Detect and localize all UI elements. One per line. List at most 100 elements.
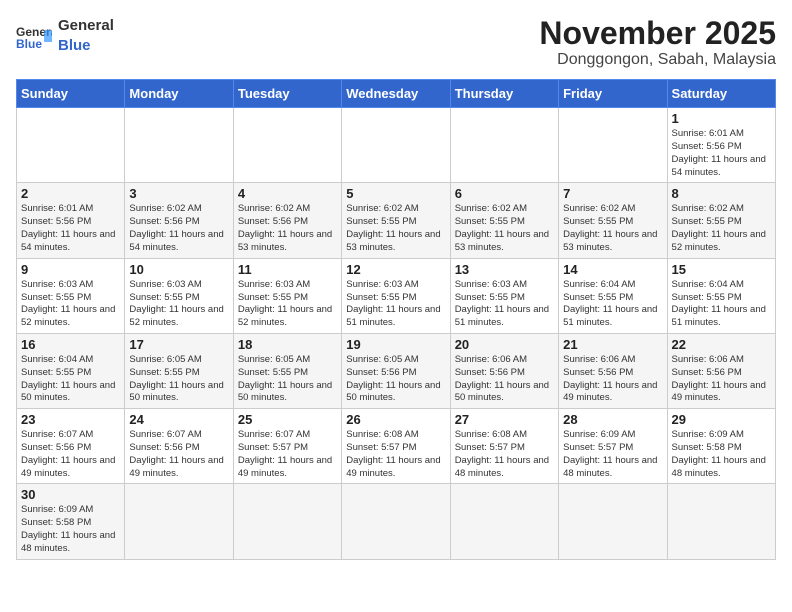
day-number: 1 — [672, 111, 771, 126]
calendar-cell — [559, 108, 667, 183]
title-area: November 2025 Donggongon, Sabah, Malaysi… — [539, 16, 776, 69]
day-info: Sunrise: 6:05 AMSunset: 5:55 PMDaylight:… — [238, 354, 337, 405]
calendar-week-row: 16 Sunrise: 6:04 AMSunset: 5:55 PMDayligh… — [17, 333, 776, 408]
calendar-cell: 12Sunrise: 6:03 AMSunset: 5:55 PMDayligh… — [342, 258, 450, 333]
weekday-header-tuesday: Tuesday — [233, 80, 341, 108]
day-info: Sunrise: 6:07 AMSunset: 5:56 PMDaylight:… — [21, 429, 120, 480]
day-number: 24 — [129, 412, 228, 427]
month-title: November 2025 — [539, 16, 776, 51]
calendar-cell — [17, 108, 125, 183]
day-info: Sunrise: 6:06 AMSunset: 5:56 PMDaylight:… — [563, 354, 662, 405]
calendar-cell: 2Sunrise: 6:01 AMSunset: 5:56 PMDaylight… — [17, 183, 125, 258]
day-number: 5 — [346, 186, 445, 201]
location-title: Donggongon, Sabah, Malaysia — [539, 51, 776, 69]
day-info: Sunrise: 6:02 AMSunset: 5:55 PMDaylight:… — [346, 203, 445, 254]
day-info: Sunrise: 6:02 AMSunset: 5:55 PMDaylight:… — [563, 203, 662, 254]
day-info: Sunrise: 6:02 AMSunset: 5:56 PMDaylight:… — [129, 203, 228, 254]
calendar-cell — [342, 108, 450, 183]
day-number: 6 — [455, 186, 554, 201]
calendar-cell: 27 Sunrise: 6:08 AMSunset: 5:57 PMDayligh… — [450, 409, 558, 484]
day-number: 20 — [455, 337, 554, 352]
calendar-cell — [342, 484, 450, 559]
calendar-week-row: 23 Sunrise: 6:07 AMSunset: 5:56 PMDayligh… — [17, 409, 776, 484]
day-number: 8 — [672, 186, 771, 201]
day-info: Sunrise: 6:03 AMSunset: 5:55 PMDaylight:… — [129, 279, 228, 330]
day-info: Sunrise: 6:03 AMSunset: 5:55 PMDaylight:… — [455, 279, 554, 330]
calendar-cell: 30 Sunrise: 6:09 AMSunset: 5:58 PMDayligh… — [17, 484, 125, 559]
calendar-cell: 28 Sunrise: 6:09 AMSunset: 5:57 PMDayligh… — [559, 409, 667, 484]
calendar-cell: 8 Sunrise: 6:02 AMSunset: 5:55 PMDaylight… — [667, 183, 775, 258]
calendar-cell: 26Sunrise: 6:08 AMSunset: 5:57 PMDayligh… — [342, 409, 450, 484]
day-info: Sunrise: 6:02 AMSunset: 5:56 PMDaylight:… — [238, 203, 337, 254]
day-number: 27 — [455, 412, 554, 427]
calendar-cell: 11 Sunrise: 6:03 AMSunset: 5:55 PMDayligh… — [233, 258, 341, 333]
day-number: 3 — [129, 186, 228, 201]
day-number: 14 — [563, 262, 662, 277]
header: General Blue General Blue November 2025 … — [16, 16, 776, 69]
calendar-cell — [125, 108, 233, 183]
calendar-cell: 19Sunrise: 6:05 AMSunset: 5:56 PMDayligh… — [342, 333, 450, 408]
day-info: Sunrise: 6:09 AMSunset: 5:58 PMDaylight:… — [21, 504, 120, 555]
day-number: 28 — [563, 412, 662, 427]
svg-text:Blue: Blue — [16, 37, 42, 50]
calendar-cell: 3 Sunrise: 6:02 AMSunset: 5:56 PMDaylight… — [125, 183, 233, 258]
calendar-cell: 1 Sunrise: 6:01 AMSunset: 5:56 PMDaylight… — [667, 108, 775, 183]
day-info: Sunrise: 6:07 AMSunset: 5:56 PMDaylight:… — [129, 429, 228, 480]
day-number: 25 — [238, 412, 337, 427]
day-info: Sunrise: 6:03 AMSunset: 5:55 PMDaylight:… — [238, 279, 337, 330]
day-info: Sunrise: 6:07 AMSunset: 5:57 PMDaylight:… — [238, 429, 337, 480]
day-info: Sunrise: 6:06 AMSunset: 5:56 PMDaylight:… — [455, 354, 554, 405]
calendar-cell: 5 Sunrise: 6:02 AMSunset: 5:55 PMDaylight… — [342, 183, 450, 258]
day-number: 16 — [21, 337, 120, 352]
calendar-cell: 21 Sunrise: 6:06 AMSunset: 5:56 PMDayligh… — [559, 333, 667, 408]
calendar-week-row: 30 Sunrise: 6:09 AMSunset: 5:58 PMDayligh… — [17, 484, 776, 559]
day-info: Sunrise: 6:06 AMSunset: 5:56 PMDaylight:… — [672, 354, 771, 405]
calendar-cell: 14Sunrise: 6:04 AMSunset: 5:55 PMDayligh… — [559, 258, 667, 333]
day-info: Sunrise: 6:02 AMSunset: 5:55 PMDaylight:… — [455, 203, 554, 254]
day-number: 30 — [21, 487, 120, 502]
weekday-header-wednesday: Wednesday — [342, 80, 450, 108]
calendar-cell: 4 Sunrise: 6:02 AMSunset: 5:56 PMDaylight… — [233, 183, 341, 258]
calendar-cell: 7 Sunrise: 6:02 AMSunset: 5:55 PMDaylight… — [559, 183, 667, 258]
calendar-cell: 16 Sunrise: 6:04 AMSunset: 5:55 PMDayligh… — [17, 333, 125, 408]
day-info: Sunrise: 6:02 AMSunset: 5:55 PMDaylight:… — [672, 203, 771, 254]
day-info: Sunrise: 6:03 AMSunset: 5:55 PMDaylight:… — [21, 279, 120, 330]
day-info: Sunrise: 6:05 AMSunset: 5:55 PMDaylight:… — [129, 354, 228, 405]
day-number: 9 — [21, 262, 120, 277]
weekday-header-monday: Monday — [125, 80, 233, 108]
day-number: 19 — [346, 337, 445, 352]
weekday-header-saturday: Saturday — [667, 80, 775, 108]
calendar-cell: 22 Sunrise: 6:06 AMSunset: 5:56 PMDayligh… — [667, 333, 775, 408]
calendar-cell: 20 Sunrise: 6:06 AMSunset: 5:56 PMDayligh… — [450, 333, 558, 408]
calendar-cell: 23 Sunrise: 6:07 AMSunset: 5:56 PMDayligh… — [17, 409, 125, 484]
calendar-cell: 13Sunrise: 6:03 AMSunset: 5:55 PMDayligh… — [450, 258, 558, 333]
day-number: 17 — [129, 337, 228, 352]
day-number: 29 — [672, 412, 771, 427]
weekday-header-row: SundayMondayTuesdayWednesdayThursdayFrid… — [17, 80, 776, 108]
calendar-table: SundayMondayTuesdayWednesdayThursdayFrid… — [16, 79, 776, 560]
calendar-cell: 10Sunrise: 6:03 AMSunset: 5:55 PMDayligh… — [125, 258, 233, 333]
weekday-header-friday: Friday — [559, 80, 667, 108]
calendar-week-row: 1 Sunrise: 6:01 AMSunset: 5:56 PMDaylight… — [17, 108, 776, 183]
calendar-cell — [450, 484, 558, 559]
calendar-cell: 17 Sunrise: 6:05 AMSunset: 5:55 PMDayligh… — [125, 333, 233, 408]
calendar-cell — [450, 108, 558, 183]
day-number: 11 — [238, 262, 337, 277]
logo: General Blue General Blue — [16, 16, 114, 55]
day-number: 23 — [21, 412, 120, 427]
day-info: Sunrise: 6:01 AMSunset: 5:56 PMDaylight:… — [672, 128, 771, 179]
day-info: Sunrise: 6:04 AMSunset: 5:55 PMDaylight:… — [21, 354, 120, 405]
calendar-cell — [125, 484, 233, 559]
day-number: 15 — [672, 262, 771, 277]
day-number: 7 — [563, 186, 662, 201]
day-info: Sunrise: 6:03 AMSunset: 5:55 PMDaylight:… — [346, 279, 445, 330]
day-number: 21 — [563, 337, 662, 352]
day-number: 22 — [672, 337, 771, 352]
weekday-header-thursday: Thursday — [450, 80, 558, 108]
calendar-cell: 6 Sunrise: 6:02 AMSunset: 5:55 PMDaylight… — [450, 183, 558, 258]
day-number: 4 — [238, 186, 337, 201]
day-info: Sunrise: 6:09 AMSunset: 5:57 PMDaylight:… — [563, 429, 662, 480]
calendar-cell: 25 Sunrise: 6:07 AMSunset: 5:57 PMDayligh… — [233, 409, 341, 484]
day-info: Sunrise: 6:08 AMSunset: 5:57 PMDaylight:… — [455, 429, 554, 480]
calendar-week-row: 2Sunrise: 6:01 AMSunset: 5:56 PMDaylight… — [17, 183, 776, 258]
